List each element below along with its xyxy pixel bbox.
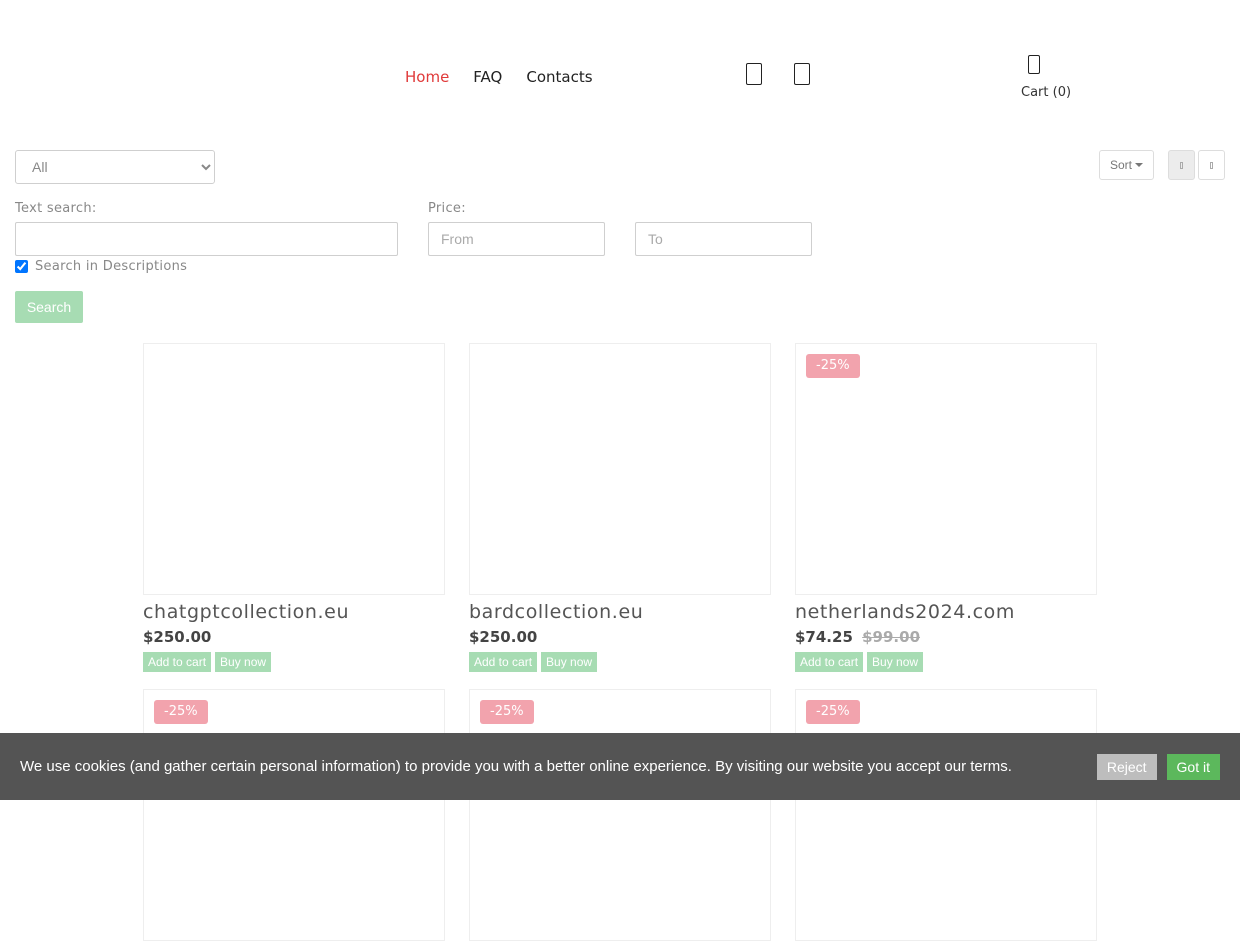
grid-icon xyxy=(1180,161,1183,169)
product-card: -25% xyxy=(469,689,771,941)
user-icon[interactable] xyxy=(746,63,762,85)
text-search-label: Text search: xyxy=(15,201,97,216)
product-image[interactable]: -25% xyxy=(795,343,1097,595)
discount-badge: -25% xyxy=(154,700,208,724)
product-card: -25% xyxy=(795,689,1097,941)
product-old-price: $99.00 xyxy=(862,628,921,646)
nav-contacts[interactable]: Contacts xyxy=(526,68,592,86)
product-price: $250.00 xyxy=(469,628,538,646)
list-view-button[interactable] xyxy=(1198,150,1225,180)
buy-now-button[interactable]: Buy now xyxy=(867,652,924,672)
buy-now-button[interactable]: Buy now xyxy=(541,652,598,672)
price-label: Price: xyxy=(428,201,466,216)
product-name[interactable]: netherlands2024.com xyxy=(795,599,1097,625)
list-icon xyxy=(1210,161,1213,169)
nav-home[interactable]: Home xyxy=(405,68,449,86)
sort-label: Sort xyxy=(1109,158,1132,172)
search-descriptions-checkbox[interactable] xyxy=(15,260,28,273)
text-search-input[interactable] xyxy=(15,222,398,256)
cart-icon[interactable] xyxy=(1028,55,1040,74)
product-price-row: $250.00 xyxy=(143,627,445,647)
product-image[interactable]: -25% xyxy=(143,689,445,941)
cookie-reject-button[interactable]: Reject xyxy=(1096,753,1157,780)
cookie-banner: We use cookies (and gather certain perso… xyxy=(0,733,1240,800)
product-image[interactable]: -25% xyxy=(795,689,1097,941)
add-to-cart-button[interactable]: Add to cart xyxy=(143,652,212,672)
product-price: $250.00 xyxy=(143,628,212,646)
buy-now-button[interactable]: Buy now xyxy=(215,652,272,672)
product-image[interactable] xyxy=(143,343,445,595)
product-actions: Add to cart Buy now xyxy=(143,652,445,672)
search-button[interactable]: Search xyxy=(15,291,83,323)
cookie-message: We use cookies (and gather certain perso… xyxy=(20,758,1012,775)
product-actions: Add to cart Buy now xyxy=(469,652,771,672)
add-to-cart-button[interactable]: Add to cart xyxy=(469,652,538,672)
product-actions: Add to cart Buy now xyxy=(795,652,1097,672)
product-price: $74.25 xyxy=(795,628,853,646)
caret-down-icon xyxy=(1135,163,1143,167)
product-image[interactable]: -25% xyxy=(469,689,771,941)
discount-badge: -25% xyxy=(480,700,534,724)
cart-link[interactable]: Cart (0) xyxy=(1021,85,1071,100)
main-nav: Home FAQ Contacts xyxy=(405,68,593,86)
add-to-cart-button[interactable]: Add to cart xyxy=(795,652,864,672)
sort-dropdown[interactable]: Sort xyxy=(1099,150,1154,180)
product-price-row: $74.25 $99.00 xyxy=(795,627,1097,647)
category-select[interactable]: All xyxy=(15,150,215,184)
product-name[interactable]: chatgptcollection.eu xyxy=(143,599,445,625)
search-descriptions-label: Search in Descriptions xyxy=(35,259,188,274)
cookie-accept-button[interactable]: Got it xyxy=(1166,753,1220,780)
grid-view-button[interactable] xyxy=(1168,150,1195,180)
product-card: -25% xyxy=(143,689,445,941)
product-image[interactable] xyxy=(469,343,771,595)
price-from-input[interactable] xyxy=(428,222,605,256)
nav-faq[interactable]: FAQ xyxy=(473,68,502,86)
price-to-input[interactable] xyxy=(635,222,812,256)
discount-badge: -25% xyxy=(806,354,860,378)
product-price-row: $250.00 xyxy=(469,627,771,647)
discount-badge: -25% xyxy=(806,700,860,724)
product-card: bardcollection.eu $250.00 Add to cart Bu… xyxy=(469,343,771,672)
product-card: chatgptcollection.eu $250.00 Add to cart… xyxy=(143,343,445,672)
product-card: -25% netherlands2024.com $74.25 $99.00 A… xyxy=(795,343,1097,672)
product-name[interactable]: bardcollection.eu xyxy=(469,599,771,625)
search-icon[interactable] xyxy=(794,63,810,85)
